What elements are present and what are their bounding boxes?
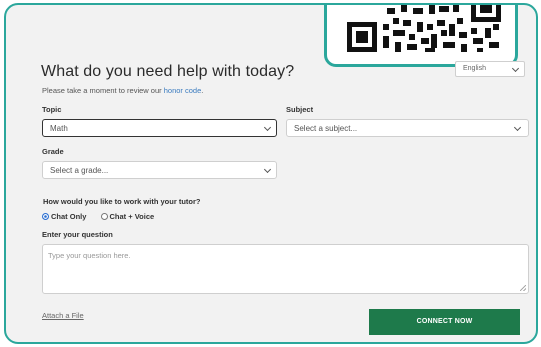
question-input[interactable]: Type your question here. (42, 244, 529, 294)
tutor-mode-label: How would you like to work with your tut… (43, 197, 201, 206)
question-label: Enter your question (42, 230, 113, 239)
honor-code-link[interactable]: honor code (164, 86, 202, 95)
chevron-down-icon (513, 123, 522, 132)
language-select-value: English (463, 65, 486, 72)
chevron-down-icon (263, 165, 272, 174)
chat-voice-label: Chat + Voice (109, 212, 155, 221)
resize-handle[interactable] (520, 285, 526, 291)
honor-code-notice-end: . (201, 86, 204, 95)
language-select[interactable]: English (455, 61, 525, 77)
topic-select-value: Math (50, 124, 68, 133)
chat-only-radio[interactable] (42, 213, 49, 220)
grade-select-value: Select a grade... (50, 166, 109, 175)
qr-code-icon (347, 5, 501, 52)
subject-label: Subject (286, 105, 314, 114)
grade-select[interactable]: Select a grade... (42, 161, 277, 179)
grade-label: Grade (42, 147, 64, 156)
subject-select[interactable]: Select a subject... (286, 119, 529, 137)
tutor-mode-options: Chat Only Chat + Voice (42, 212, 166, 221)
chat-only-option[interactable]: Chat Only (42, 212, 86, 221)
qr-code-badge (324, 5, 518, 67)
chevron-down-icon (263, 123, 272, 132)
honor-code-notice-text: Please take a moment to review our (42, 86, 164, 95)
page-title: What do you need help with today? (41, 63, 295, 80)
question-placeholder: Type your question here. (48, 251, 131, 260)
subject-select-value: Select a subject... (294, 124, 358, 133)
attach-file-link[interactable]: Attach a File (42, 311, 84, 320)
help-request-card: English What do you need help with today… (4, 3, 538, 344)
topic-select[interactable]: Math (42, 119, 277, 137)
chat-only-label: Chat Only (51, 212, 87, 221)
chat-voice-radio[interactable] (100, 213, 108, 220)
connect-now-button[interactable]: CONNECT NOW (369, 309, 520, 335)
topic-label: Topic (42, 105, 62, 114)
chevron-down-icon (511, 64, 520, 73)
chat-voice-option[interactable]: Chat + Voice (100, 212, 155, 221)
honor-code-notice: Please take a moment to review our honor… (42, 86, 203, 95)
